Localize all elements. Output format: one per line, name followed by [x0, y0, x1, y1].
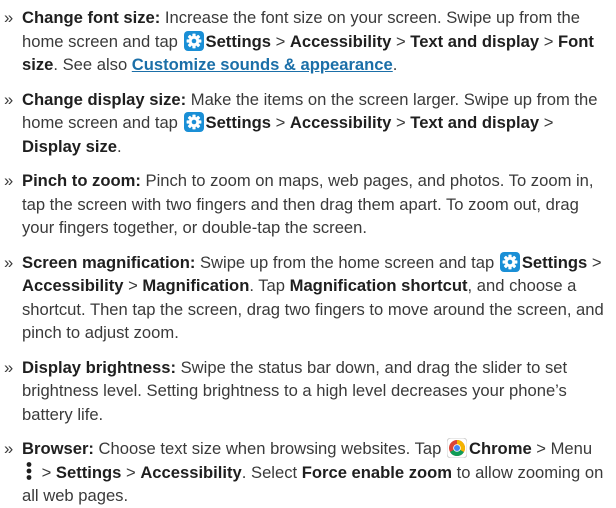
- bullet: »: [4, 357, 14, 377]
- customize-sounds-appearance-link[interactable]: Customize sounds & appearance: [132, 55, 393, 74]
- list-item-change-font-size: » Change font size: Increase the font si…: [4, 8, 594, 74]
- list-item-screen-magnification: » Screen magnification: Swipe up from th…: [4, 251, 604, 342]
- chrome-icon: [446, 438, 467, 458]
- list-item-pinch-to-zoom: » Pinch to zoom: Pinch to zoom on maps, …: [4, 171, 594, 237]
- document-body: » Change font size: Increase the font si…: [0, 0, 616, 508]
- list-item-browser: » Browser: Choose text size when browsin…: [4, 438, 604, 505]
- settings-gear-icon: [183, 30, 204, 51]
- item-title: Pinch to zoom:: [22, 171, 141, 190]
- bullet: »: [4, 439, 14, 458]
- bullet: »: [4, 252, 14, 272]
- list-item-display-brightness: » Display brightness: Swipe the status b…: [4, 357, 568, 424]
- item-title: Change display size:: [22, 89, 187, 109]
- bullet: »: [4, 8, 14, 27]
- item-title: Display brightness:: [22, 357, 176, 377]
- item-title: Screen magnification:: [22, 252, 196, 272]
- item-title: Change font size:: [22, 8, 161, 27]
- bullet: »: [4, 171, 14, 190]
- settings-gear-icon: [183, 112, 204, 132]
- settings-gear-icon: [499, 251, 520, 272]
- more-vertical-icon: [26, 461, 32, 480]
- item-title: Browser:: [22, 439, 94, 458]
- list-item-change-display-size: » Change display size: Make the items on…: [4, 89, 598, 156]
- bullet: »: [4, 89, 14, 109]
